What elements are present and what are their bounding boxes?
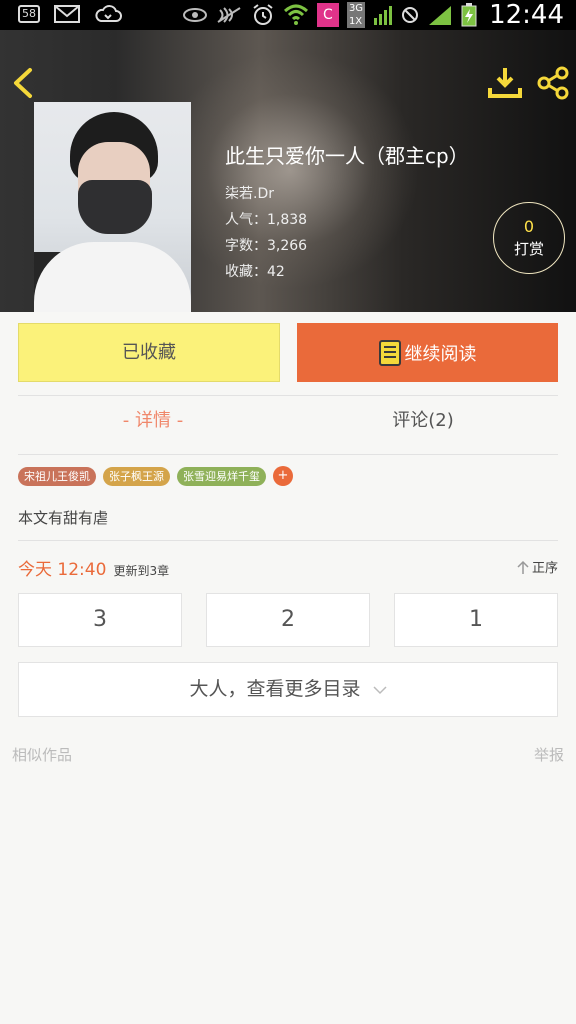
divider (18, 395, 558, 396)
blocked-icon (402, 7, 419, 23)
tag-item[interactable]: 宋祖儿王俊凯 (18, 466, 96, 486)
continue-reading-label: 继续阅读 (404, 343, 477, 365)
tag-item[interactable]: 张雪迎易烊千玺 (177, 466, 266, 486)
tab-comments[interactable]: 评论(2) (288, 406, 558, 432)
book-popularity: 人气：1,838 (225, 212, 308, 228)
network-type-badge: 3G 1X (346, 2, 366, 28)
signal-bars-icon (374, 6, 393, 25)
update-text: 更新到3章 (113, 564, 170, 578)
book-title: 此生只爱你一人（郡主cp） (225, 144, 469, 168)
reward-button[interactable]: 0 打赏 (493, 202, 565, 274)
similar-works-heading: 相似作品 (12, 746, 73, 764)
book-icon (378, 339, 401, 366)
back-arrow-icon[interactable] (10, 66, 38, 100)
arrow-up-icon (517, 560, 529, 574)
divider (18, 454, 558, 455)
notification-count-badge: 58 (18, 5, 40, 23)
chevron-down-icon (373, 685, 387, 694)
reward-count: 0 (523, 217, 535, 236)
signal-bars-secondary-icon (429, 6, 452, 25)
eye-icon (182, 8, 207, 22)
divider (18, 540, 558, 541)
alarm-icon (253, 4, 273, 25)
clock-time: 12:44 (489, 0, 564, 30)
download-icon[interactable] (488, 66, 522, 100)
collected-button[interactable]: 已收藏 (18, 323, 280, 382)
mail-icon (54, 5, 80, 23)
book-favorites: 收藏：42 (225, 264, 285, 280)
book-word-count: 字数：3,266 (225, 238, 308, 254)
book-description: 本文有甜有虐 (18, 509, 109, 527)
book-info: 此生只爱你一人（郡主cp） 柒若.Dr 人气：1,838 字数：3,266 收藏… (225, 140, 469, 285)
sort-order-label: 正序 (531, 561, 558, 576)
sort-order-button[interactable]: 正序 (517, 557, 558, 576)
cloud-sync-icon (95, 5, 122, 22)
report-link[interactable]: 举报 (534, 744, 564, 765)
more-catalog-label: 大人，查看更多目录 (189, 678, 361, 700)
book-header: 此生只爱你一人（郡主cp） 柒若.Dr 人气：1,838 字数：3,266 收藏… (0, 30, 576, 312)
update-info: 今天 12:40 更新到3章 正序 (18, 555, 558, 580)
add-tag-button[interactable]: + (273, 466, 293, 486)
update-time: 今天 12:40 (18, 560, 107, 580)
tag-list: 宋祖儿王俊凯 张子枫王源 张雪迎易烊千玺 + (18, 466, 293, 486)
chapter-button[interactable]: 2 (206, 593, 370, 647)
more-catalog-button[interactable]: 大人，查看更多目录 (18, 662, 558, 717)
tab-detail[interactable]: - 详情 - (18, 406, 288, 432)
book-cover-image[interactable] (34, 102, 191, 312)
battery-charging-icon (461, 3, 477, 27)
chapter-button[interactable]: 1 (394, 593, 558, 647)
status-bar: 58 C 3G 1X 12:44 (0, 0, 576, 30)
nfc-icon (217, 7, 241, 23)
book-author[interactable]: 柒若.Dr (225, 181, 469, 207)
app-notification-icon: C (316, 3, 339, 27)
wifi-icon (283, 4, 308, 25)
chapter-button[interactable]: 3 (18, 593, 182, 647)
tag-item[interactable]: 张子枫王源 (103, 466, 170, 486)
share-icon[interactable] (536, 66, 570, 100)
continue-reading-button[interactable]: 继续阅读 (297, 323, 558, 382)
reward-label: 打赏 (513, 240, 544, 258)
